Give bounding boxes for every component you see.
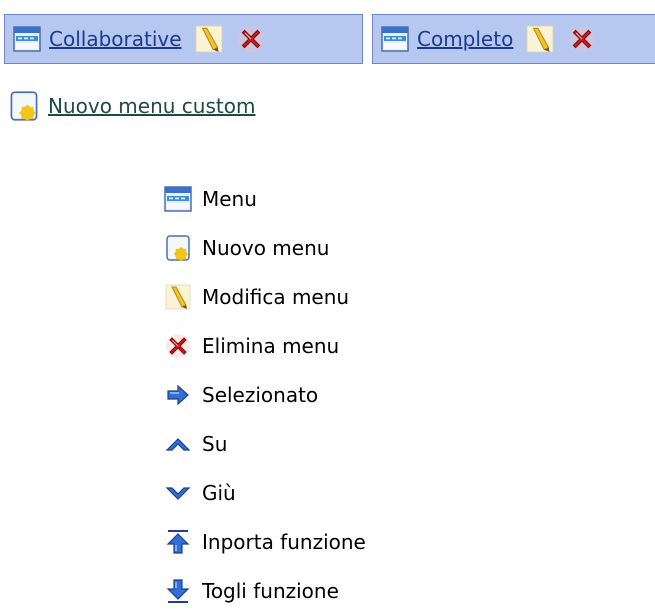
edit-icon[interactable] (525, 24, 555, 54)
arrow-right-icon (164, 381, 192, 409)
legend-item-edit-menu: Modifica menu (164, 272, 366, 321)
menu-icon (13, 25, 41, 53)
delete-icon[interactable] (567, 24, 597, 54)
legend-item-selected: Selezionato (164, 370, 366, 419)
edit-icon[interactable] (194, 24, 224, 54)
legend-item-up: Su (164, 419, 366, 468)
remove-icon (164, 577, 192, 605)
legend-item-delete-menu: Elimina menu (164, 321, 366, 370)
chevron-up-icon (164, 430, 192, 458)
legend-label: Inporta funzione (202, 529, 366, 554)
legend-item-down: Giù (164, 468, 366, 517)
new-custom-menu[interactable]: Nuovo menu custom (8, 90, 255, 122)
new-menu-icon[interactable] (8, 90, 40, 122)
delete-icon (164, 332, 192, 360)
legend-label: Nuovo menu (202, 235, 330, 260)
import-icon (164, 528, 192, 556)
tab-label-collaborative[interactable]: Collaborative (49, 27, 182, 51)
tab-label-completo[interactable]: Completo (417, 27, 513, 51)
legend-label: Menu (202, 186, 257, 211)
new-menu-icon (164, 234, 192, 262)
legend-label: Giù (202, 480, 236, 505)
menu-icon (164, 185, 192, 213)
icon-legend: Menu Nuovo menu Modifica menu Elimina me… (164, 174, 366, 615)
chevron-down-icon (164, 479, 192, 507)
legend-label: Su (202, 431, 228, 456)
legend-item-remove: Togli funzione (164, 566, 366, 615)
new-custom-menu-link[interactable]: Nuovo menu custom (48, 94, 255, 118)
legend-item-import: Inporta funzione (164, 517, 366, 566)
legend-label: Selezionato (202, 382, 319, 407)
menu-tab-collaborative[interactable]: Collaborative (4, 14, 363, 64)
legend-label: Modifica menu (202, 284, 350, 309)
menu-icon (381, 25, 409, 53)
legend-item-menu: Menu (164, 174, 366, 223)
menu-tab-completo[interactable]: Completo (372, 14, 655, 64)
legend-item-new-menu: Nuovo menu (164, 223, 366, 272)
edit-icon (164, 283, 192, 311)
delete-icon[interactable] (236, 24, 266, 54)
legend-label: Elimina menu (202, 333, 340, 358)
legend-label: Togli funzione (202, 578, 339, 603)
